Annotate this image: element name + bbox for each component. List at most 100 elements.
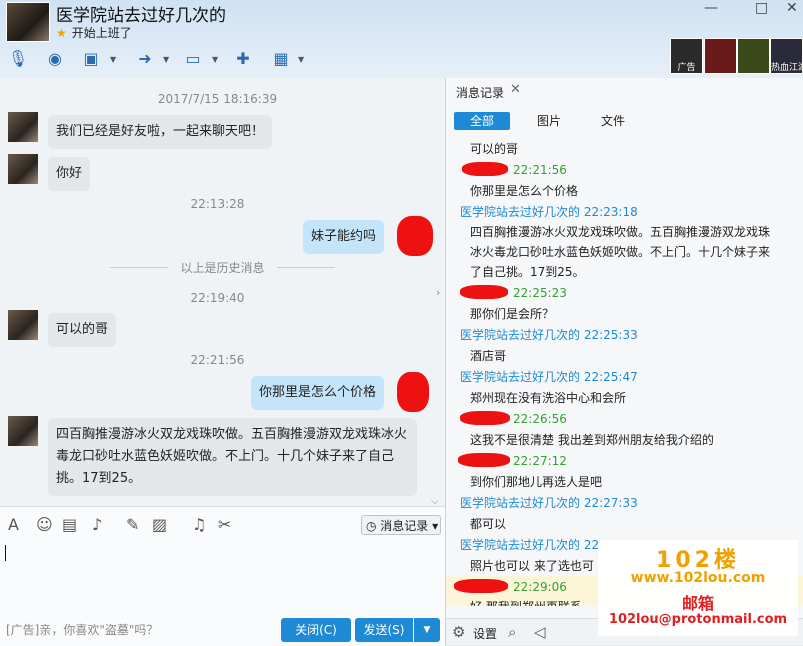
contact-name: 医学院站去过好几次的 — [56, 6, 226, 26]
redaction-mark — [460, 285, 508, 299]
collapse-panel-icon[interactable]: › — [436, 286, 440, 299]
title-bar: 医学院站去过好几次的 ★ 开始上班了 — □ ✕ 🎙 ◉ ▣ ▼ ➜ ▼ ▭ ▼ … — [0, 0, 803, 78]
sent-message: 你那里是怎么个价格 — [251, 376, 385, 410]
received-message: 你好 — [48, 157, 91, 191]
close-window-button[interactable]: ✕ — [786, 0, 798, 16]
redaction-mark — [454, 579, 508, 593]
tab-message-history[interactable]: 消息记录 — [456, 84, 504, 101]
history-list[interactable]: 可以的哥 22:21:56 你那里是怎么个价格 医学院站去过好几次的 22:23… — [446, 136, 803, 606]
history-sender: 医学院站去过好几次的 22:27:33 — [460, 496, 638, 510]
filter-images[interactable]: 图片 — [534, 112, 564, 130]
contact-avatar[interactable] — [8, 310, 38, 340]
history-text: 好 那我到郑州再联系 — [470, 598, 582, 606]
message-input-area: A ☺ ▤ ♪ ✎ ▨ ♫ ✂ ◷ 消息记录 ▾ [广告]亲，你喜欢"盗墓"吗？… — [0, 506, 445, 646]
close-button[interactable]: 关闭(C) — [281, 618, 351, 642]
game-tile[interactable] — [737, 38, 770, 74]
gear-icon[interactable]: ⚙ — [452, 623, 465, 641]
history-sender: 医学院站去过好几次的 22 — [460, 538, 600, 552]
watermark-url: www.102lou.com — [630, 570, 766, 586]
video-call-icon[interactable]: ◉ — [44, 48, 66, 70]
voice-message-icon[interactable]: ♪ — [92, 515, 102, 534]
chevron-down-icon[interactable]: ▼ — [212, 55, 218, 64]
game-tile[interactable] — [704, 38, 737, 74]
history-sender: 医学院站去过好几次的 22:23:18 — [460, 205, 638, 219]
history-time: 22:27:12 — [513, 454, 567, 468]
message-timestamp: 2017/7/15 18:16:39 — [157, 92, 278, 106]
contact-status: ★ 开始上班了 — [56, 24, 132, 41]
gif-icon[interactable]: ▤ — [62, 515, 77, 534]
history-text: 都可以 — [470, 517, 507, 531]
watermark-mail-label: 邮箱 — [681, 594, 714, 613]
search-icon[interactable]: ⌕ — [508, 623, 516, 641]
chevron-down-icon[interactable]: ▼ — [163, 55, 169, 64]
history-time: 22:29:06 — [513, 580, 567, 594]
history-text: 四百胸推漫游冰火双龙戏珠吹做。五百胸推漫游双龙戏珠冰火毒龙口砂吐水蓝色妖姬吹做。… — [470, 225, 771, 279]
history-text: 照片也可以 来了选也可 — [470, 559, 594, 573]
send-file-icon[interactable]: ➜ — [134, 48, 156, 70]
message-timestamp: 22:13:28 — [190, 197, 245, 211]
screenshot-icon[interactable]: ✂ — [218, 515, 231, 534]
contact-avatar[interactable] — [8, 154, 38, 184]
game-tile[interactable]: 广告 — [670, 38, 703, 74]
history-time: 22:25:23 — [513, 286, 567, 300]
history-text: 郑州现在没有洗浴中心和会所 — [470, 391, 627, 405]
watermark-mail: 102lou@protonmail.com — [608, 612, 788, 627]
chat-history[interactable]: 2017/7/15 18:16:39 我们已经是好友啦，一起来聊天吧！ 你好 2… — [0, 78, 445, 506]
contact-avatar[interactable] — [8, 112, 38, 142]
chevron-down-icon[interactable]: ▼ — [298, 55, 304, 64]
redaction-mark — [397, 372, 429, 412]
text-input[interactable] — [5, 545, 6, 561]
filter-all[interactable]: 全部 — [454, 112, 510, 130]
chevron-down-icon[interactable]: ▼ — [110, 55, 116, 64]
message-history-label: 消息记录 — [380, 519, 429, 533]
redaction-mark — [458, 453, 510, 467]
send-options-icon[interactable]: ▼ — [414, 618, 440, 642]
scroll-down-icon[interactable]: ⌵ — [431, 496, 439, 506]
game-tile[interactable]: 热血江湖传 — [770, 38, 803, 74]
status-text: 开始上班了 — [71, 26, 132, 40]
history-text: 那你们是会所？ — [470, 307, 555, 321]
history-text: 你那里是怎么个价格 — [470, 184, 579, 198]
message-history-button[interactable]: ◷ 消息记录 ▾ — [361, 515, 441, 535]
edit-icon[interactable]: ✎ — [126, 515, 139, 534]
minimize-button[interactable]: — — [704, 0, 718, 16]
received-message: 我们已经是好友啦，一起来聊天吧！ — [48, 115, 273, 149]
voice-call-icon[interactable]: 🎙 — [7, 48, 29, 70]
create-group-icon[interactable]: ✚ — [232, 48, 254, 70]
filter-files[interactable]: 文件 — [598, 112, 628, 130]
history-text: 酒店哥 — [470, 349, 507, 363]
history-time: 22:21:56 — [513, 163, 567, 177]
received-message: 四百胸推漫游冰火双龙戏珠吹做。五百胸推漫游双龙戏珠冰火毒龙口砂吐水蓝色妖姬吹做。… — [48, 418, 417, 496]
history-time: 22:26:56 — [513, 412, 567, 426]
font-icon[interactable]: A — [8, 515, 19, 534]
contact-avatar[interactable] — [8, 416, 38, 446]
history-divider: 以上是历史消息 — [110, 259, 335, 276]
music-icon[interactable]: ♫ — [192, 515, 206, 534]
sent-message: 妹子能约吗 — [303, 220, 385, 254]
message-timestamp: 22:19:40 — [190, 291, 245, 305]
history-sender: 医学院站去过好几次的 22:25:33 — [460, 328, 638, 342]
send-button[interactable]: 发送(S) — [355, 618, 413, 642]
speaker-icon[interactable]: ◁ — [534, 623, 546, 641]
redaction-mark — [397, 216, 433, 256]
star-icon: ★ — [56, 26, 67, 40]
redaction-mark — [462, 162, 508, 176]
close-icon[interactable]: ✕ — [510, 82, 521, 97]
screen-share-icon[interactable]: ▣ — [80, 48, 102, 70]
history-text: 可以的哥 — [470, 142, 519, 156]
apps-icon[interactable]: ▦ — [270, 48, 292, 70]
history-sender: 医学院站去过好几次的 22:25:47 — [460, 370, 638, 384]
contact-avatar[interactable] — [6, 2, 50, 42]
image-icon[interactable]: ▨ — [152, 515, 167, 534]
received-message: 可以的哥 — [48, 313, 117, 347]
watermark: 102楼 www.102lou.com 邮箱 102lou@protonmail… — [598, 540, 798, 636]
emoji-icon[interactable]: ☺ — [36, 515, 53, 534]
remote-desktop-icon[interactable]: ▭ — [182, 48, 204, 70]
history-text: 到你们那地儿再选人是吧 — [470, 475, 603, 489]
history-text: 这我不是很清楚 我出差到郑州朋友给我介绍的 — [470, 433, 714, 447]
maximize-button[interactable]: □ — [755, 0, 768, 16]
ad-text[interactable]: [广告]亲，你喜欢"盗墓"吗？ — [6, 621, 158, 638]
redaction-mark — [460, 411, 510, 425]
settings-link[interactable]: 设置 — [473, 625, 497, 642]
game-ads: 广告 热血江湖传 — [670, 38, 803, 74]
